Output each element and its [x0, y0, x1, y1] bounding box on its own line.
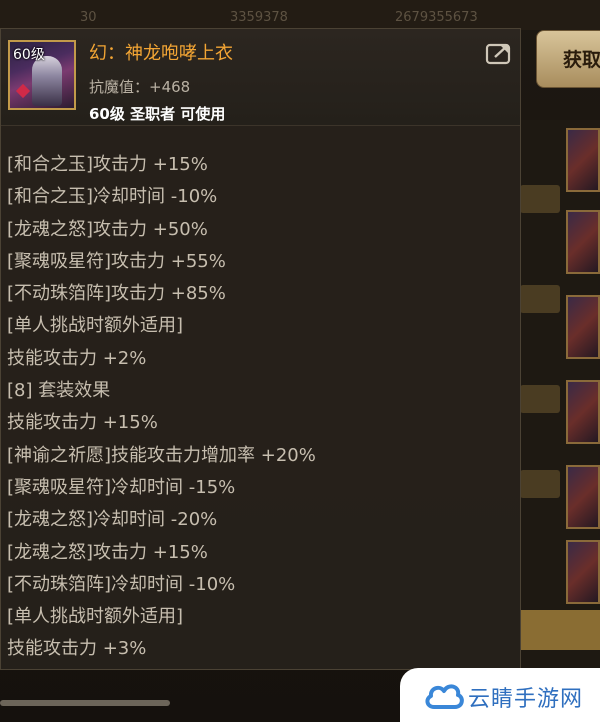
item-stat-label: 抗魔值： [89, 78, 150, 96]
item-stat: 抗魔值：+468 [89, 76, 190, 97]
effect-line: [神谕之祈愿]技能攻击力增加率 +20% [7, 444, 316, 466]
item-icon-gem [15, 83, 31, 99]
effect-line: 技能攻击力 +2% [7, 347, 147, 369]
item-name: 幻：神龙咆哮上衣 [89, 43, 233, 64]
resource-value: 2679355673 [395, 10, 478, 25]
equipment-slot[interactable] [566, 295, 600, 359]
share-icon[interactable] [485, 41, 513, 65]
watermark: 云睛手游网 [400, 668, 600, 722]
effect-line: [聚魂吸星符]冷却时间 -15% [7, 476, 236, 498]
equipment-row-marker [520, 470, 560, 498]
equipment-row-marker [520, 185, 560, 213]
item-requirement: 60级 圣职者 可使用 [89, 105, 226, 123]
item-tooltip: 60级 幻：神龙咆哮上衣 抗魔值：+468 60级 圣职者 可使用 [和合之玉]… [0, 28, 521, 670]
resource-value: 30 [80, 10, 97, 25]
effect-line: [龙魂之怒]冷却时间 -20% [7, 509, 218, 531]
equipment-slot[interactable] [566, 540, 600, 604]
get-button[interactable]: 获取 [536, 30, 600, 88]
bottom-scroll-bar [0, 700, 170, 706]
level-badge: 60级 [13, 47, 45, 63]
effect-line: [和合之玉]冷却时间 -10% [7, 186, 218, 208]
equipment-row-marker [520, 285, 560, 313]
effect-line: [单人挑战时额外适用] [7, 606, 184, 628]
tooltip-header: 60级 幻：神龙咆哮上衣 抗魔值：+468 60级 圣职者 可使用 [1, 29, 520, 126]
resource-value: 3359378 [230, 10, 288, 25]
effect-line: [和合之玉]攻击力 +15% [7, 154, 208, 175]
cloud-logo-icon [425, 684, 464, 709]
effect-line: [聚魂吸星符]攻击力 +55% [7, 250, 226, 272]
item-stat-value: +468 [149, 78, 191, 96]
effect-line: [龙魂之怒]攻击力 +15% [7, 541, 208, 563]
item-icon: 60级 [8, 40, 76, 110]
effect-line: [龙魂之怒]攻击力 +50% [7, 218, 208, 240]
effect-line: 技能攻击力 +15% [7, 412, 158, 434]
effect-line: [不动珠箔阵]攻击力 +85% [7, 283, 226, 305]
effect-list: [和合之玉]攻击力 +15% [和合之玉]冷却时间 -10% [龙魂之怒]攻击力… [7, 149, 316, 666]
effect-line: [单人挑战时额外适用] [7, 315, 184, 337]
equipment-slot[interactable] [566, 465, 600, 529]
bottom-gold-strip [520, 610, 600, 650]
equipment-slot[interactable] [566, 380, 600, 444]
watermark-text: 云睛手游网 [468, 687, 584, 712]
resource-bar: 30 3359378 2679355673 [0, 0, 600, 30]
equipment-slot[interactable] [566, 210, 600, 274]
equipment-row-marker [520, 385, 560, 413]
equipment-slot[interactable] [566, 128, 600, 192]
effect-line: [不动珠箔阵]冷却时间 -10% [7, 573, 236, 595]
effect-line: 技能攻击力 +3% [7, 638, 147, 660]
effect-line: [8] 套装效果 [7, 380, 111, 402]
